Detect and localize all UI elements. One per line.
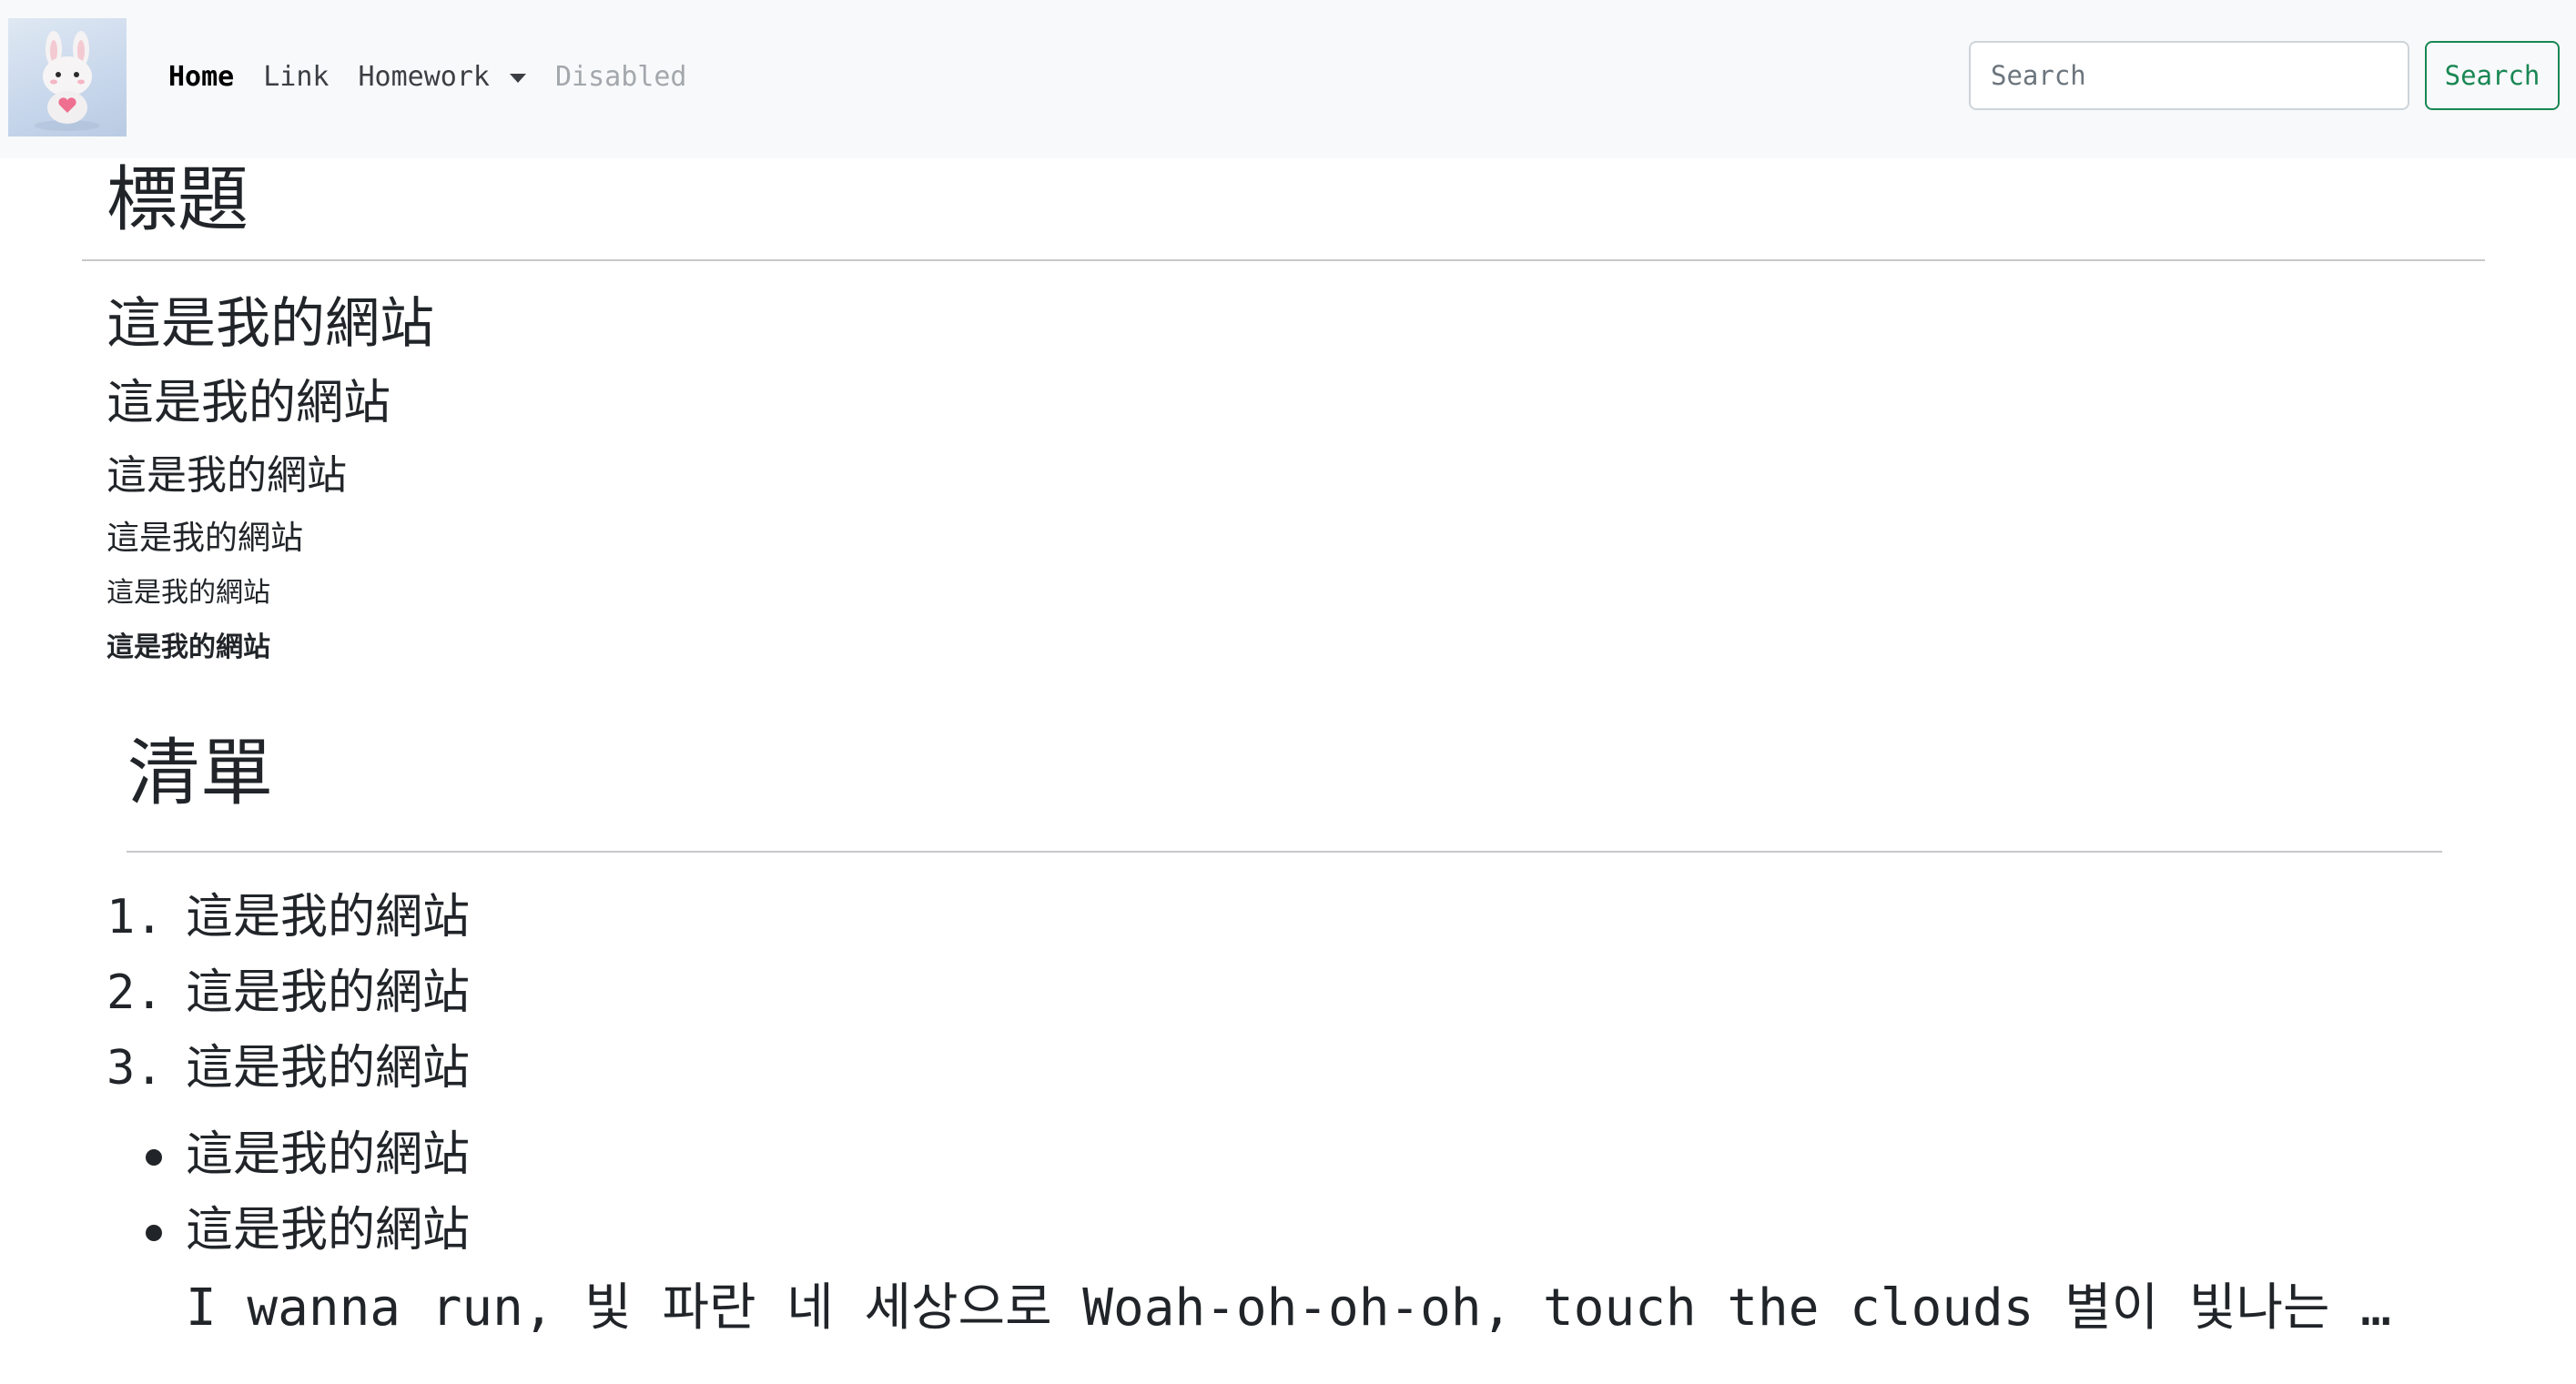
heading-level-3: 這是我的網站 [106, 452, 347, 499]
heading-level-4: 這是我的網站 [106, 520, 304, 557]
title-divider [82, 259, 2485, 261]
list-item-text: 這是我的網站 [186, 1127, 471, 1182]
heading-level-6: 這是我的網站 [106, 631, 270, 663]
search-button[interactable]: Search [2425, 41, 2560, 110]
heading-level-2: 這是我的網站 [106, 376, 391, 430]
unordered-list: 這是我的網站 這是我的網站 [106, 1117, 470, 1268]
ordered-list-item: 2. 這是我的網站 [106, 955, 470, 1031]
list-section-title: 清單 [127, 731, 273, 815]
list-divider [127, 851, 2442, 853]
unordered-list-item: 這是我的網站 [106, 1117, 470, 1193]
bullet-icon [106, 1117, 186, 1193]
ordered-list-item: 3. 這是我的網站 [106, 1031, 470, 1106]
nav-link-disabled: Disabled [555, 61, 687, 93]
bullet-icon [106, 1193, 186, 1268]
ordered-list-item: 1. 這是我的網站 [106, 880, 470, 955]
navbar: Home Link Homework Disabled Search [0, 0, 2576, 158]
nav-links: Home Link Homework Disabled [168, 60, 716, 95]
list-item-text: 這是我的網站 [186, 1041, 471, 1096]
list-item-number: 3. [106, 1041, 164, 1096]
nav-link-link[interactable]: Link [263, 60, 329, 95]
unordered-list-item: 這是我的網站 [106, 1193, 470, 1268]
nav-link-home[interactable]: Home [168, 60, 234, 95]
bunny-plush-icon [35, 31, 100, 131]
list-item-number: 1. [106, 890, 164, 945]
heading-level-5: 這是我的網站 [106, 577, 270, 609]
search-input[interactable] [1969, 41, 2409, 110]
list-item-text: 這是我的網站 [186, 890, 471, 945]
nav-dropdown-homework[interactable]: Homework [358, 60, 526, 95]
brand-logo[interactable] [8, 18, 127, 136]
list-item-number: 2. [106, 965, 164, 1020]
list-item-text: 這是我的網站 [186, 965, 471, 1020]
nav-dropdown-label: Homework [358, 61, 491, 93]
heading-level-1: 這是我的網站 [106, 292, 434, 356]
search-form: Search [1969, 41, 2560, 110]
list-item-text: 這是我的網站 [186, 1203, 471, 1258]
lyric-text: I wanna run, 빛 파란 네 세상으로 Woah-oh-oh-oh, … [186, 1278, 2425, 1338]
caret-down-icon [510, 73, 526, 83]
page-title: 標題 [106, 159, 249, 241]
ordered-list: 1. 這是我的網站 2. 這是我的網站 3. 這是我的網站 [106, 880, 470, 1106]
